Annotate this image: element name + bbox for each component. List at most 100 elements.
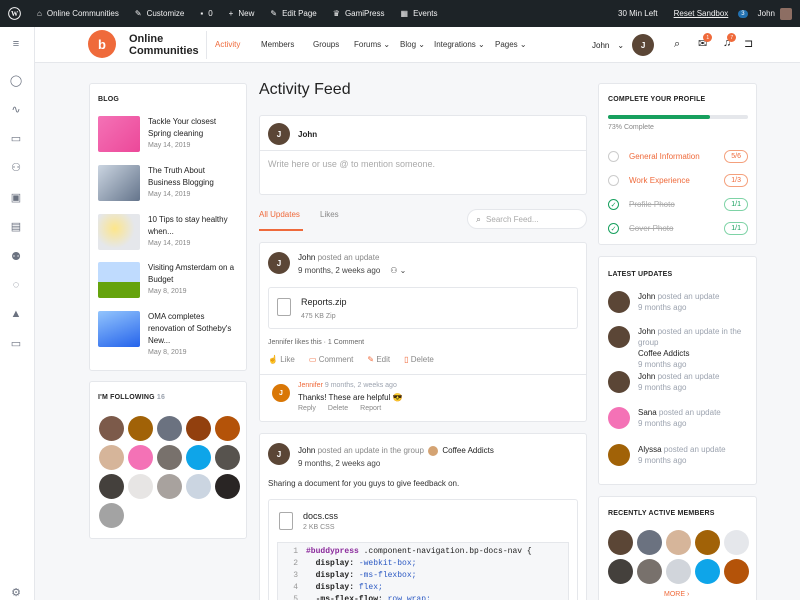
post-author-avatar[interactable]: J — [268, 443, 290, 465]
post-author[interactable]: John — [298, 446, 315, 455]
update-author-avatar[interactable] — [608, 444, 630, 466]
admin-events-link[interactable]: ▦ Events — [393, 0, 446, 27]
update-author[interactable]: John — [638, 292, 655, 301]
comment-button[interactable]: ▭ Comment — [309, 355, 353, 364]
profile-step[interactable]: ✓ Profile Photo 1/1 — [608, 198, 748, 211]
documents-icon[interactable]: ▤ — [9, 219, 23, 233]
profile-step[interactable]: General Information 5/6 — [608, 150, 748, 163]
latest-update-item[interactable]: John posted an update 9 months ago — [608, 291, 750, 313]
feed-search[interactable]: ⌕ Search Feed... — [467, 209, 587, 229]
more-members-link[interactable]: MORE › — [664, 591, 689, 598]
update-author-avatar[interactable] — [608, 326, 630, 348]
messages-icon[interactable]: ✉ 1 — [698, 33, 713, 50]
wordpress-logo-icon[interactable]: W — [0, 0, 29, 27]
nav-blog[interactable]: Blog ⌄ — [400, 40, 425, 49]
privacy-icon[interactable]: ⚇ ⌄ — [390, 266, 406, 275]
member-avatar[interactable] — [695, 559, 720, 584]
notifications-bell-icon[interactable]: ♫ 7 — [723, 33, 737, 49]
photos-icon[interactable]: ▣ — [9, 190, 23, 204]
post-author-avatar[interactable]: J — [268, 252, 290, 274]
member-avatar[interactable] — [215, 416, 240, 441]
feed-search-input[interactable]: Search Feed... — [486, 215, 538, 224]
profile-step[interactable]: ✓ Cover Photo 1/1 — [608, 222, 748, 235]
file-attachment[interactable]: Reports.zip 475 KB Zip — [268, 287, 578, 329]
member-avatar[interactable] — [99, 416, 124, 441]
report-button[interactable]: Report — [360, 405, 381, 412]
member-avatar[interactable] — [99, 445, 124, 470]
member-avatar[interactable] — [128, 445, 153, 470]
member-avatar[interactable] — [157, 445, 182, 470]
latest-update-item[interactable]: John posted an update 9 months ago — [608, 371, 750, 393]
member-avatar[interactable] — [666, 530, 691, 555]
search-icon[interactable]: ⌕ — [674, 38, 680, 51]
update-author-avatar[interactable] — [608, 291, 630, 313]
member-avatar[interactable] — [637, 559, 662, 584]
reset-sandbox-link[interactable]: Reset Sandbox — [666, 0, 737, 27]
update-author-avatar[interactable] — [608, 371, 630, 393]
member-avatar[interactable] — [99, 474, 124, 499]
member-avatar[interactable] — [186, 445, 211, 470]
forums-icon[interactable]: ◌ — [9, 278, 23, 292]
member-avatar[interactable] — [724, 530, 749, 555]
update-group[interactable]: Coffee Addicts — [638, 348, 750, 359]
blog-item[interactable]: Visiting Amsterdam on a Budget May 8, 201… — [98, 262, 238, 298]
member-avatar[interactable] — [157, 474, 182, 499]
member-avatar[interactable] — [157, 416, 182, 441]
edit-button[interactable]: ✎ Edit — [367, 355, 390, 364]
profile-step[interactable]: Work Experience 1/3 — [608, 174, 748, 187]
member-avatar[interactable] — [724, 559, 749, 584]
update-author[interactable]: John — [638, 372, 655, 381]
member-avatar[interactable] — [99, 503, 124, 528]
blog-item[interactable]: 10 Tips to stay healthy when... May 14, 2… — [98, 214, 238, 250]
member-avatar[interactable] — [666, 559, 691, 584]
nav-integrations[interactable]: Integrations ⌄ — [434, 40, 485, 49]
update-author[interactable]: John — [638, 327, 655, 336]
update-author[interactable]: Alyssa — [638, 445, 662, 454]
activity-icon[interactable]: ∿ — [9, 102, 23, 116]
member-avatar[interactable] — [608, 559, 633, 584]
member-avatar[interactable] — [215, 445, 240, 470]
screen-icon[interactable]: ▭ — [9, 336, 23, 350]
admin-new-link[interactable]: + New — [221, 0, 263, 27]
nav-activity[interactable]: Activity — [215, 40, 240, 49]
comment-delete-button[interactable]: Delete — [328, 405, 348, 412]
settings-gear-icon[interactable]: ⚙ — [9, 585, 23, 599]
site-logo[interactable]: b — [88, 30, 116, 58]
comment-author[interactable]: Jennifer — [298, 382, 323, 389]
inbox-icon[interactable]: ▭ — [9, 131, 23, 145]
post-author[interactable]: John — [298, 253, 315, 262]
post-time[interactable]: 9 months, 2 weeks ago — [298, 459, 380, 468]
courses-icon[interactable]: ▲ — [9, 307, 23, 321]
tab-likes[interactable]: Likes — [320, 210, 339, 219]
nav-pages[interactable]: Pages ⌄ — [495, 40, 527, 49]
members-icon[interactable]: ⚉ — [9, 249, 23, 263]
latest-update-item[interactable]: John posted an update in the group Coffee… — [608, 326, 750, 370]
admin-edit-page-link[interactable]: ✎ Edit Page — [262, 0, 324, 27]
admin-site-link[interactable]: ⌂ Online Communities — [29, 0, 127, 27]
comment-author-avatar[interactable]: J — [272, 384, 290, 402]
admin-customize-link[interactable]: ✎ Customize — [127, 0, 193, 27]
reply-button[interactable]: Reply — [298, 405, 316, 412]
groups-icon[interactable]: ⚇ — [9, 160, 23, 174]
post-group[interactable]: Coffee Addicts — [442, 446, 493, 455]
tab-all-updates[interactable]: All Updates — [259, 210, 300, 219]
blog-item[interactable]: Tackle Your closest Spring cleaning May 1… — [98, 116, 238, 152]
member-avatar[interactable] — [215, 474, 240, 499]
member-avatar[interactable] — [608, 530, 633, 555]
admin-comments-link[interactable]: ▪ 0 — [192, 0, 220, 27]
blog-item[interactable]: The Truth About Business Blogging May 14,… — [98, 165, 238, 201]
member-avatar[interactable] — [186, 474, 211, 499]
update-author[interactable]: Sana — [638, 408, 657, 417]
member-avatar[interactable] — [128, 416, 153, 441]
profile-icon[interactable]: ◯ — [9, 73, 23, 87]
like-button[interactable]: ☝ Like — [268, 355, 295, 364]
latest-update-item[interactable]: Alyssa posted an update 9 months ago — [608, 444, 750, 466]
menu-toggle-icon[interactable]: ≡ — [9, 37, 23, 51]
member-avatar[interactable] — [637, 530, 662, 555]
blog-item[interactable]: OMA completes renovation of Sotheby's Ne… — [98, 311, 238, 356]
member-avatar[interactable] — [128, 474, 153, 499]
post-time[interactable]: 9 months, 2 weeks ago — [298, 266, 380, 275]
site-logo-text[interactable]: Online Communities — [129, 33, 199, 57]
member-avatar[interactable] — [695, 530, 720, 555]
header-user-menu[interactable]: John ⌄ J — [592, 27, 655, 63]
